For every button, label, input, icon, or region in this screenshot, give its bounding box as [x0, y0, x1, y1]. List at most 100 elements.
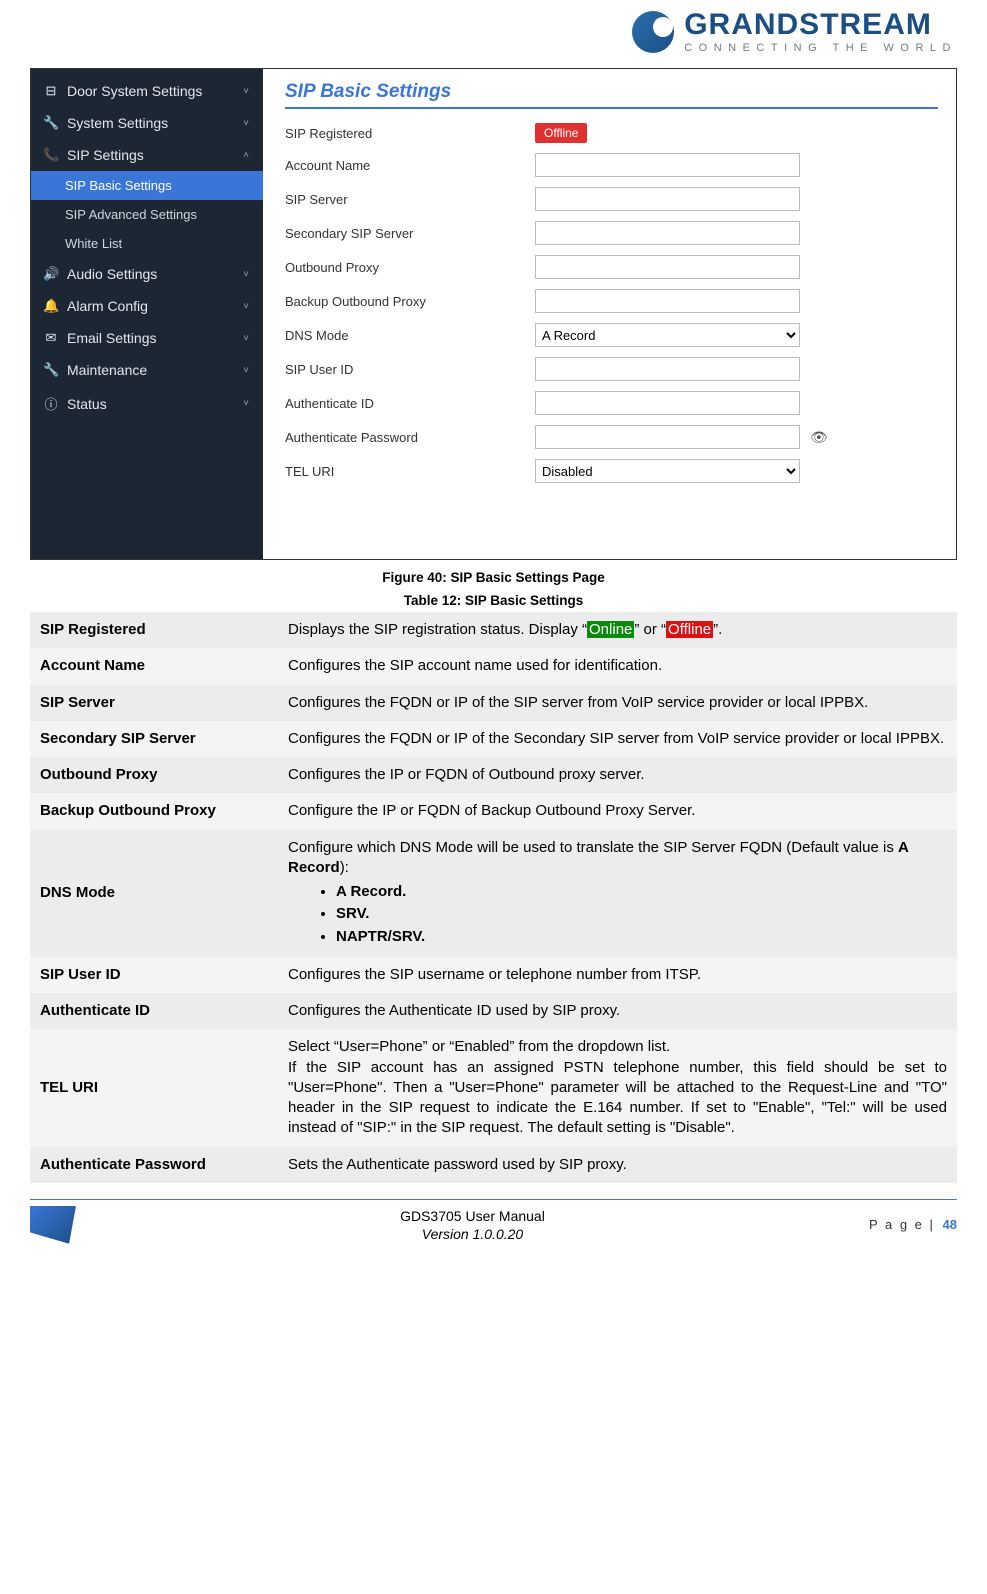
wrench-icon: 🔧: [43, 115, 59, 131]
sidebar-item-system-settings[interactable]: 🔧 System Settings ˅: [31, 107, 263, 139]
cell-value: Configures the FQDN or IP of the SIP ser…: [278, 685, 957, 721]
chevron-down-icon: ˅: [243, 301, 249, 312]
sidebar-sub-sip-advanced-settings[interactable]: SIP Advanced Settings: [31, 200, 263, 229]
sidebar-item-sip-settings[interactable]: 📞SIP Settings ˄: [31, 139, 263, 171]
sidebar-sub-label: White List: [65, 236, 122, 251]
tel-uri-select[interactable]: Disabled: [535, 459, 800, 483]
page-footer: GDS3705 User Manual Version 1.0.0.20 P a…: [30, 1200, 957, 1244]
field-label: DNS Mode: [285, 328, 535, 343]
cell-value: Configures the Authenticate ID used by S…: [278, 993, 957, 1029]
speaker-icon: 🔊: [43, 266, 59, 282]
sidebar-item-door-system-settings[interactable]: ⊟Door System Settings ˅: [31, 75, 263, 107]
mail-icon: ✉: [43, 330, 59, 346]
sidebar-item-label: Door System Settings: [67, 83, 202, 99]
row-account-name: Account Name: [285, 153, 938, 177]
backup-outbound-proxy-input[interactable]: [535, 289, 800, 313]
sidebar-item-maintenance[interactable]: 🔧Maintenance ˅: [31, 354, 263, 386]
cell-key: SIP User ID: [30, 957, 278, 993]
table-row: DNS Mode Configure which DNS Mode will b…: [30, 830, 957, 957]
authenticate-id-input[interactable]: [535, 391, 800, 415]
chevron-up-icon: ˄: [243, 150, 249, 161]
bell-icon: 🔔: [43, 298, 59, 314]
cell-key: DNS Mode: [30, 830, 278, 957]
sidebar-item-label: Alarm Config: [67, 298, 148, 314]
sidebar-item-label: Email Settings: [67, 330, 156, 346]
cell-value: Configures the SIP username or telephone…: [278, 957, 957, 993]
authenticate-password-input[interactable]: [535, 425, 800, 449]
table-row: Authenticate IDConfigures the Authentica…: [30, 993, 957, 1029]
cell-value: Configures the IP or FQDN of Outbound pr…: [278, 757, 957, 793]
field-label: Authenticate Password: [285, 430, 535, 445]
table-row: Outbound ProxyConfigures the IP or FQDN …: [30, 757, 957, 793]
table-caption: Table 12: SIP Basic Settings: [30, 593, 957, 608]
sip-user-id-input[interactable]: [535, 357, 800, 381]
offline-pill: Offline: [666, 621, 713, 638]
secondary-sip-server-input[interactable]: [535, 221, 800, 245]
field-label: SIP User ID: [285, 362, 535, 377]
cell-value: Configures the FQDN or IP of the Seconda…: [278, 721, 957, 757]
brand-tagline: CONNECTING THE WORLD: [684, 42, 957, 54]
field-label: Outbound Proxy: [285, 260, 535, 275]
cell-value: Configure which DNS Mode will be used to…: [278, 830, 957, 957]
table-row: Secondary SIP ServerConfigures the FQDN …: [30, 721, 957, 757]
table-row: SIP ServerConfigures the FQDN or IP of t…: [30, 685, 957, 721]
table-row: SIP User IDConfigures the SIP username o…: [30, 957, 957, 993]
cell-key: SIP Registered: [30, 612, 278, 648]
sidebar-item-alarm-config[interactable]: 🔔 Alarm Config ˅: [31, 290, 263, 322]
chevron-down-icon: ˅: [243, 86, 249, 97]
info-icon: ⓘ: [43, 394, 59, 413]
screenshot-figure: ⊟Door System Settings ˅ 🔧 System Settings…: [30, 68, 957, 560]
table-row: Account NameConfigures the SIP account n…: [30, 648, 957, 684]
chevron-down-icon: ˅: [243, 269, 249, 280]
cell-key: Authenticate ID: [30, 993, 278, 1029]
cell-key: TEL URI: [30, 1029, 278, 1146]
cell-key: Backup Outbound Proxy: [30, 793, 278, 829]
sidebar-sub-label: SIP Advanced Settings: [65, 207, 197, 222]
table-row: TEL URI Select “User=Phone” or “Enabled”…: [30, 1029, 957, 1146]
sidebar-item-label: Audio Settings: [67, 266, 157, 282]
list-item: SRV.: [336, 904, 947, 924]
row-outbound-proxy: Outbound Proxy: [285, 255, 938, 279]
figure-caption: Figure 40: SIP Basic Settings Page: [30, 570, 957, 585]
table-row: Authenticate PasswordSets the Authentica…: [30, 1147, 957, 1183]
chevron-down-icon: ˅: [243, 333, 249, 344]
brand-header: GRANDSTREAM CONNECTING THE WORLD: [30, 10, 957, 54]
cell-value: Configure the IP or FQDN of Backup Outbo…: [278, 793, 957, 829]
sidebar-item-audio-settings[interactable]: 🔊 Audio Settings ˅: [31, 258, 263, 290]
footer-version: Version 1.0.0.20: [76, 1225, 869, 1243]
sidebar-sub-white-list[interactable]: White List: [31, 229, 263, 258]
online-pill: Online: [587, 621, 634, 638]
sidebar-item-label: Status: [67, 396, 107, 412]
list-item: A Record.: [336, 882, 947, 902]
chevron-down-icon: ˅: [243, 118, 249, 129]
sidebar-item-label: Maintenance: [67, 362, 147, 378]
cell-key: Authenticate Password: [30, 1147, 278, 1183]
account-name-input[interactable]: [535, 153, 800, 177]
sidebar-item-email-settings[interactable]: ✉ Email Settings ˅: [31, 322, 263, 354]
dns-mode-select[interactable]: A Record: [535, 323, 800, 347]
settings-description-table: SIP Registered Displays the SIP registra…: [30, 612, 957, 1183]
field-label: Account Name: [285, 158, 535, 173]
cell-key: Account Name: [30, 648, 278, 684]
row-tel-uri: TEL URI Disabled: [285, 459, 938, 483]
row-dns-mode: DNS Mode A Record: [285, 323, 938, 347]
sidebar-item-label: System Settings: [67, 115, 168, 131]
sidebar-item-status[interactable]: ⓘ Status ˅: [31, 386, 263, 421]
outbound-proxy-input[interactable]: [535, 255, 800, 279]
field-label: Secondary SIP Server: [285, 226, 535, 241]
sip-server-input[interactable]: [535, 187, 800, 211]
list-item: NAPTR/SRV.: [336, 927, 947, 947]
eye-icon[interactable]: 👁: [810, 429, 828, 446]
settings-panel: SIP Basic Settings SIP Registered Offlin…: [263, 69, 956, 559]
cell-key: Outbound Proxy: [30, 757, 278, 793]
row-sip-server: SIP Server: [285, 187, 938, 211]
row-sip-registered: SIP Registered Offline: [285, 123, 938, 143]
row-backup-outbound-proxy: Backup Outbound Proxy: [285, 289, 938, 313]
sidebar: ⊟Door System Settings ˅ 🔧 System Settings…: [31, 69, 263, 559]
brand-logo-icon: [632, 11, 674, 53]
footer-title: GDS3705 User Manual: [76, 1207, 869, 1225]
field-label: SIP Registered: [285, 126, 535, 141]
chevron-down-icon: ˅: [243, 398, 249, 409]
sidebar-sub-sip-basic-settings[interactable]: SIP Basic Settings: [31, 171, 263, 200]
cell-value: Displays the SIP registration status. Di…: [278, 612, 957, 648]
